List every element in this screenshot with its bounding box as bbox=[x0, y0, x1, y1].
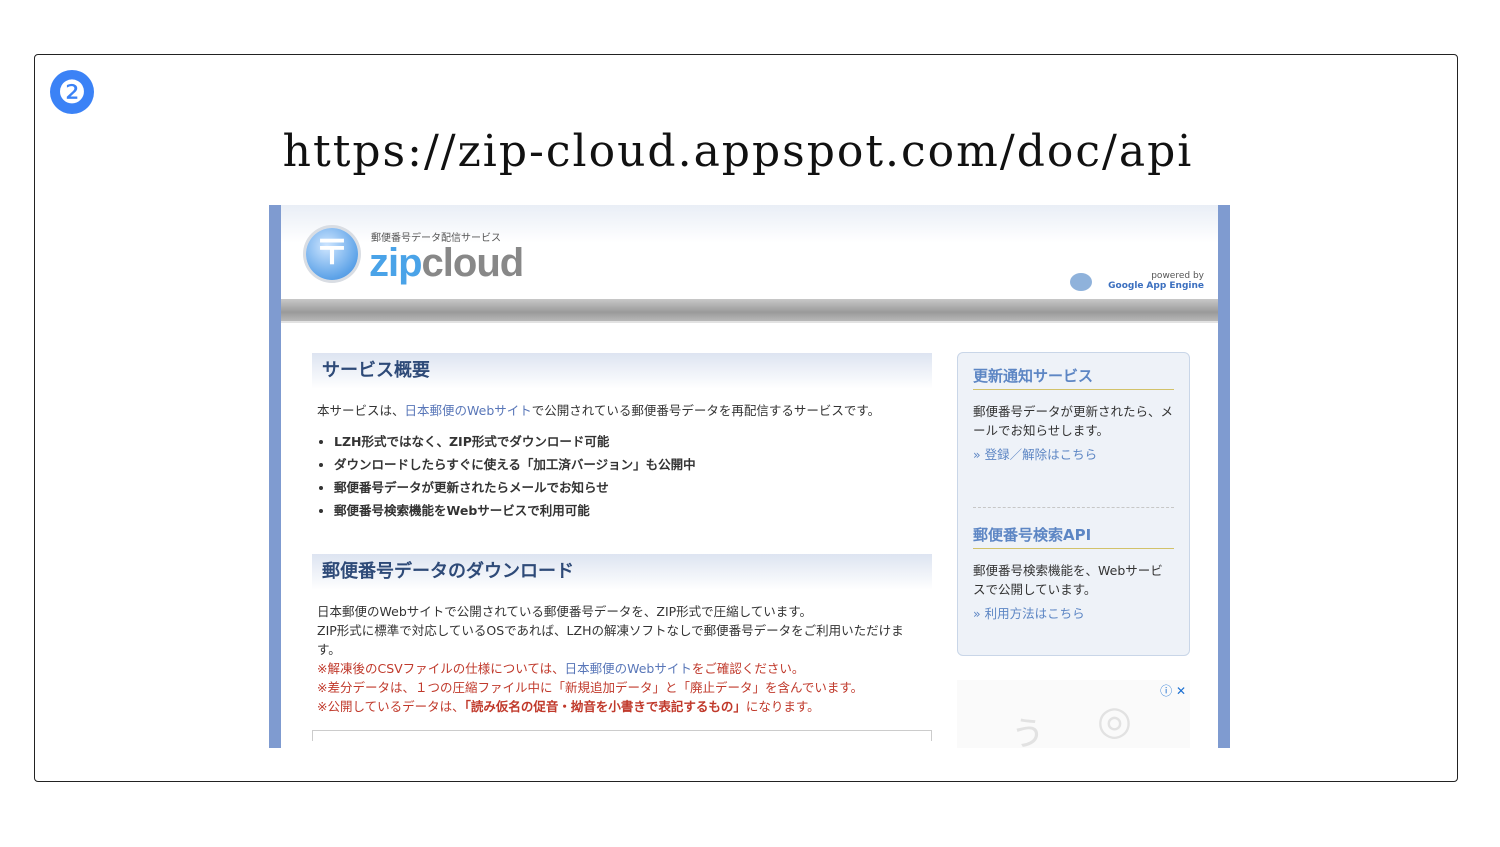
japan-post-spec-link[interactable]: 日本郵便のWebサイト bbox=[565, 661, 692, 676]
site-header: 〒 郵便番号データ配信サービス zipcloud powered by Goog… bbox=[281, 205, 1218, 299]
note1-pre: ※解凍後のCSVファイルの仕様については、 bbox=[317, 661, 565, 676]
overview-intro-post: で公開されている郵便番号データを再配信するサービスです。 bbox=[531, 403, 881, 418]
csv-spec-note: ※解凍後のCSVファイルの仕様については、日本郵便のWebサイトをご確認ください… bbox=[317, 659, 927, 678]
sidebar-divider bbox=[973, 507, 1174, 508]
main-content: サービス概要 本サービスは、日本郵便のWebサイトで公開されている郵便番号データ… bbox=[312, 353, 932, 741]
download-line-1: 日本郵便のWebサイトで公開されている郵便番号データを、ZIP形式で圧縮していま… bbox=[317, 604, 813, 619]
gae-powered-label: powered by bbox=[1151, 271, 1204, 281]
overview-intro-pre: 本サービスは、 bbox=[317, 403, 405, 418]
download-heading: 郵便番号データのダウンロード bbox=[312, 554, 932, 590]
kana-note: ※公開しているデータは、「読み仮名の促音・拗音を小書きで表記するもの」になります… bbox=[317, 697, 927, 716]
api-heading: 郵便番号検索API bbox=[973, 524, 1174, 549]
notify-heading: 更新通知サービス bbox=[973, 365, 1174, 390]
url-title: https://zip-cloud.appspot.com/doc/api bbox=[282, 126, 1194, 177]
app-engine-icon bbox=[1070, 273, 1092, 291]
ad-graphic: ◎ bbox=[1097, 698, 1132, 744]
overview-intro: 本サービスは、日本郵便のWebサイトで公開されている郵便番号データを再配信するサ… bbox=[317, 401, 927, 420]
website-screenshot: 〒 郵便番号データ配信サービス zipcloud powered by Goog… bbox=[269, 205, 1230, 748]
list-item: LZH形式ではなく、ZIP形式でダウンロード可能 bbox=[334, 432, 932, 451]
list-item: 郵便番号検索機能をWebサービスで利用可能 bbox=[334, 501, 932, 520]
step-number-badge: ❷ bbox=[50, 70, 94, 114]
list-item: 郵便番号データが更新されたらメールでお知らせ bbox=[334, 478, 932, 497]
japan-post-link[interactable]: 日本郵便のWebサイト bbox=[405, 403, 532, 418]
logo-cloud: cloud bbox=[421, 241, 525, 285]
list-item: ダウンロードしたらすぐに使える「加工済バージョン」も公開中 bbox=[334, 455, 932, 474]
notify-text: 郵便番号データが更新されたら、メールでお知らせします。 bbox=[973, 404, 1174, 438]
nav-bar bbox=[281, 299, 1218, 323]
api-usage-link[interactable]: » 利用方法はこちら bbox=[973, 603, 1174, 622]
note3-bold: 「読み仮名の促音・拗音を小書きで表記するもの」 bbox=[464, 699, 746, 714]
api-text: 郵便番号検索機能を、Webサービスで公開しています。 bbox=[973, 563, 1163, 597]
ad-banner[interactable]: ぅ ◎ ⓘ ✕ bbox=[957, 680, 1190, 748]
ad-controls: ⓘ ✕ bbox=[1160, 682, 1186, 699]
site-logo[interactable]: zipcloud bbox=[369, 241, 525, 286]
logo-zip: zip bbox=[369, 241, 423, 285]
ad-close-icon[interactable]: ✕ bbox=[1176, 684, 1186, 698]
ad-graphic: ぅ bbox=[1007, 708, 1047, 748]
gae-engine-label: App Engine bbox=[1146, 281, 1204, 291]
diff-data-note: ※差分データは、１つの圧縮ファイル中に「新規追加データ」と「廃止データ」を含んで… bbox=[317, 680, 864, 695]
note1-post: をご確認ください。 bbox=[691, 661, 805, 676]
note3-pre: ※公開しているデータは、 bbox=[317, 699, 465, 714]
download-table-edge bbox=[312, 730, 932, 741]
notify-register-link[interactable]: » 登録／解除はこちら bbox=[973, 444, 1174, 463]
postal-mark-icon[interactable]: 〒 bbox=[306, 228, 358, 280]
feature-list: LZH形式ではなく、ZIP形式でダウンロード可能 ダウンロードしたらすぐに使える… bbox=[334, 432, 932, 520]
overview-heading: サービス概要 bbox=[312, 353, 932, 389]
note3-post: になります。 bbox=[745, 699, 820, 714]
gae-google-label: Google bbox=[1108, 281, 1144, 291]
powered-by-gae[interactable]: powered by Google App Engine bbox=[1108, 271, 1204, 291]
download-line-2: ZIP形式に標準で対応しているOSであれば、LZHの解凍ソフトなしで郵便番号デー… bbox=[317, 623, 904, 657]
download-description: 日本郵便のWebサイトで公開されている郵便番号データを、ZIP形式で圧縮していま… bbox=[317, 602, 927, 716]
sidebar-box: 更新通知サービス 郵便番号データが更新されたら、メールでお知らせします。 » 登… bbox=[957, 352, 1190, 656]
ad-info-icon[interactable]: ⓘ bbox=[1160, 684, 1172, 698]
